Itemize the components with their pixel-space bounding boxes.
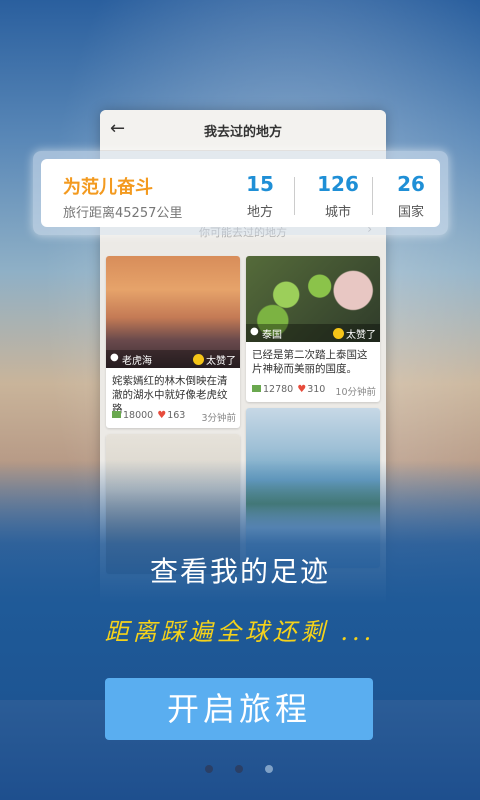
- page-dot-1[interactable]: [205, 765, 213, 773]
- stat-countries-value: 26: [397, 172, 425, 196]
- card-tag: ● 泰国 太赞了: [246, 324, 380, 342]
- card-like: 太赞了: [333, 326, 376, 341]
- like-count: 310: [307, 384, 326, 395]
- page-dot-2[interactable]: [235, 765, 243, 773]
- stats-banner: 为范儿奋斗 旅行距离45257公里 15 地方 126 城市 26 国家: [33, 151, 448, 235]
- card-tag: ● 老虎海 太赞了: [106, 350, 240, 368]
- card-time: 10分钟前: [335, 387, 376, 398]
- card-like-label: 太赞了: [206, 356, 236, 367]
- tagline: 距离踩遍全球还剩 ...: [104, 618, 376, 646]
- page-dot-3[interactable]: [265, 765, 273, 773]
- stat-countries: 26 国家: [378, 173, 444, 220]
- travel-distance: 旅行距离45257公里: [63, 206, 183, 221]
- smile-icon: [193, 354, 204, 365]
- stats-card: 为范儿奋斗 旅行距离45257公里 15 地方 126 城市 26 国家: [41, 159, 440, 227]
- footprint-card: ● 老虎海 太赞了 姹紫嫣红的林木倒映在清澈的湖水中就好像老虎纹路 18000 ♥…: [106, 256, 240, 428]
- page-indicator: [205, 765, 275, 775]
- divider: [372, 177, 373, 215]
- comment-count: 12780: [263, 384, 294, 395]
- phone-title: 我去过的地方: [203, 125, 282, 140]
- smile-icon: [333, 328, 344, 339]
- stat-cities-value: 126: [317, 172, 359, 196]
- card-like: 太赞了: [193, 352, 236, 367]
- card-meta: 18000 ♥163 3分钟前: [112, 410, 236, 424]
- card-like-label: 太赞了: [346, 330, 376, 341]
- comment-icon: [112, 411, 121, 418]
- card-time: 3分钟前: [201, 413, 236, 424]
- stat-places: 15 地方: [227, 173, 293, 220]
- footprint-card: ● 泰国 太赞了 已经是第二次踏上泰国这片神秘而美丽的国度。 12780 ♥310…: [246, 256, 380, 402]
- start-journey-button[interactable]: 开启旅程: [105, 678, 373, 740]
- heart-icon: ♥: [157, 410, 167, 421]
- heart-icon: ♥: [297, 384, 307, 395]
- like-count: 163: [167, 410, 186, 421]
- headline: 查看我的足迹: [149, 555, 330, 588]
- comment-count: 18000: [123, 410, 154, 421]
- card-meta: 12780 ♥310 10分钟前: [252, 384, 376, 398]
- stat-cities-label: 城市: [324, 205, 351, 220]
- stat-places-label: 地方: [246, 205, 273, 220]
- stat-countries-label: 国家: [397, 205, 424, 220]
- stat-cities: 126 城市: [305, 173, 371, 220]
- card-location: 泰国: [262, 330, 282, 341]
- card-location: 老虎海: [122, 356, 152, 367]
- location-pin-icon: ●: [250, 326, 259, 337]
- divider: [294, 177, 295, 215]
- user-name: 为范儿奋斗: [63, 177, 153, 198]
- comment-icon: [252, 385, 261, 392]
- phone-header: ← 我去过的地方: [100, 110, 386, 151]
- card-text: 已经是第二次踏上泰国这片神秘而美丽的国度。: [252, 349, 368, 375]
- stat-places-value: 15: [246, 172, 274, 196]
- location-pin-icon: ●: [110, 352, 119, 363]
